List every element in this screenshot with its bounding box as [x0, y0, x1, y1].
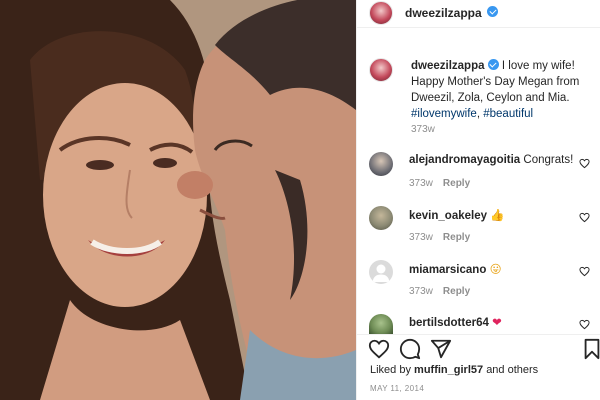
likes-summary: Liked by muffin_girl57 and others: [370, 364, 538, 376]
caption-age: 373w: [411, 124, 435, 135]
comment-avatar[interactable]: [369, 314, 393, 334]
comment-meta: 373w Reply: [409, 232, 470, 243]
comment-like-heart-icon[interactable]: [579, 158, 590, 169]
owner-avatar[interactable]: [369, 1, 393, 25]
liked-by-username[interactable]: muffin_girl57: [414, 364, 483, 376]
comment-age: 373w: [409, 232, 433, 243]
comment-avatar[interactable]: [369, 152, 393, 176]
comment-like-heart-icon[interactable]: [579, 319, 590, 330]
comment-avatar[interactable]: [369, 206, 393, 230]
heart-icon[interactable]: [368, 338, 390, 360]
post-date[interactable]: MAY 11, 2014: [370, 384, 424, 393]
hashtag-link[interactable]: #ilovemywife: [411, 108, 477, 120]
comment-age: 373w: [409, 178, 433, 189]
default-avatar-icon: [372, 264, 390, 282]
caption-verified-icon: [487, 59, 499, 70]
owner-username[interactable]: dweezilzappa: [405, 6, 482, 20]
reply-button[interactable]: Reply: [443, 286, 470, 297]
post-sidebar: dweezilzappa dweezilzappa I love my wife…: [356, 0, 600, 400]
thumbs-up-emoji-icon: 👍: [490, 210, 505, 222]
tongue-emoji-icon: 😛: [489, 264, 502, 276]
comment-icon[interactable]: [399, 338, 421, 360]
caption-username[interactable]: dweezilzappa: [411, 60, 485, 72]
comment-like-heart-icon[interactable]: [579, 266, 590, 277]
comment-avatar-default-icon[interactable]: [369, 260, 393, 284]
action-bar: [357, 336, 600, 364]
share-icon[interactable]: [430, 338, 452, 360]
likes-prefix: Liked by: [370, 364, 411, 376]
comment-meta: 373w Reply: [409, 286, 470, 297]
bookmark-icon[interactable]: [581, 338, 600, 360]
comment-username[interactable]: bertilsdotter64: [409, 317, 489, 329]
post-photo[interactable]: [0, 0, 356, 400]
comment-row: alejandromayagoitia Congrats!: [409, 154, 573, 166]
post-header: dweezilzappa: [357, 0, 600, 28]
comment-meta: 373w Reply: [409, 178, 470, 189]
caption-comma: ,: [476, 108, 481, 120]
comment-row: bertilsdotter64 ❤: [409, 315, 502, 329]
comment-row: kevin_oakeley 👍: [409, 208, 505, 222]
comment-username[interactable]: alejandromayagoitia: [409, 154, 520, 166]
comment-username[interactable]: kevin_oakeley: [409, 210, 487, 222]
post-photo-illustration: [0, 0, 356, 400]
comment-like-heart-icon[interactable]: [579, 212, 590, 223]
reply-button[interactable]: Reply: [443, 178, 470, 189]
actions-divider: [357, 334, 600, 335]
reply-button[interactable]: Reply: [443, 232, 470, 243]
comment-username[interactable]: miamarsicano: [409, 264, 486, 276]
red-heart-emoji-icon: ❤: [492, 317, 502, 329]
likes-others-link[interactable]: and others: [486, 364, 538, 376]
hashtag-link[interactable]: #beautiful: [483, 108, 533, 120]
comment-text: Congrats!: [523, 154, 574, 166]
comment-age: 373w: [409, 286, 433, 297]
post-caption: dweezilzappa I love my wife! Happy Mothe…: [411, 58, 595, 122]
caption-avatar[interactable]: [369, 58, 393, 82]
comment-row: miamarsicano 😛: [409, 262, 502, 276]
verified-badge-icon: [487, 6, 498, 17]
